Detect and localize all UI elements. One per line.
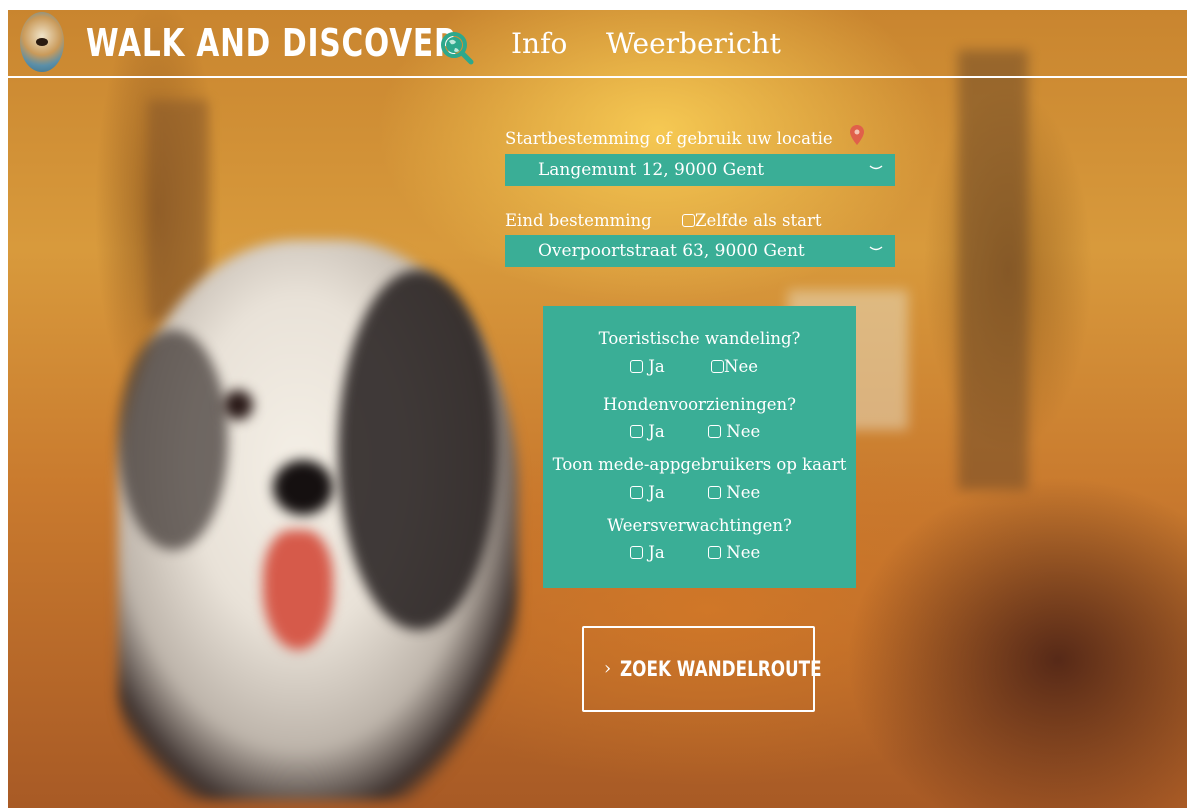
end-value: Overpoortstraat 63, 9000 Gent bbox=[538, 241, 805, 261]
dog-eye bbox=[223, 390, 253, 420]
nav-weather[interactable]: Weerbericht bbox=[606, 24, 781, 64]
same-as-start-checkbox[interactable] bbox=[682, 214, 695, 227]
nav-info[interactable]: Info bbox=[511, 24, 567, 64]
users-yes-checkbox[interactable] bbox=[630, 486, 643, 499]
users-yes-label: Ja bbox=[648, 483, 665, 502]
dogs-question: Hondenvoorzieningen? bbox=[602, 395, 797, 414]
tourist-question: Toeristische wandeling? bbox=[598, 329, 801, 348]
users-no-checkbox[interactable] bbox=[708, 486, 721, 499]
weather-no-checkbox[interactable] bbox=[708, 546, 721, 559]
tourist-no-option[interactable]: Nee bbox=[711, 356, 758, 378]
background-tree bbox=[958, 50, 1028, 490]
weather-no-option[interactable]: Nee bbox=[708, 542, 760, 564]
dog-fur-dark bbox=[118, 330, 228, 550]
end-select[interactable]: Overpoortstraat 63, 9000 Gent bbox=[505, 235, 895, 267]
users-question: Toon mede-appgebruikers op kaart bbox=[552, 455, 847, 474]
weather-yes-option[interactable]: Ja bbox=[630, 542, 665, 564]
search-route-label: Zoek wandelroute bbox=[620, 657, 822, 681]
dogs-no-label: Nee bbox=[726, 422, 761, 441]
users-no-label: Nee bbox=[726, 483, 761, 502]
tourist-no-checkbox[interactable] bbox=[711, 360, 724, 373]
tourist-yes-label: Ja bbox=[648, 357, 665, 376]
users-yes-option[interactable]: Ja bbox=[630, 482, 665, 504]
tourist-yes-option[interactable]: Ja bbox=[630, 356, 665, 378]
weather-no-label: Nee bbox=[726, 543, 761, 562]
same-as-start-label: Zelfde als start bbox=[695, 211, 822, 230]
dog-nose bbox=[273, 460, 333, 515]
brand-title[interactable]: Walk and Discover bbox=[86, 18, 458, 68]
tourist-yes-checkbox[interactable] bbox=[630, 360, 643, 373]
dog-tongue bbox=[263, 530, 333, 650]
dogs-yes-label: Ja bbox=[648, 422, 665, 441]
weather-yes-checkbox[interactable] bbox=[630, 546, 643, 559]
same-as-start-option[interactable]: Zelfde als start bbox=[682, 210, 821, 232]
header: Walk and Discover Info Weerbericht bbox=[8, 10, 1187, 78]
chevron-right-icon: › bbox=[604, 658, 612, 679]
chevron-down-icon bbox=[869, 246, 883, 251]
users-no-option[interactable]: Nee bbox=[708, 482, 760, 504]
weather-yes-label: Ja bbox=[648, 543, 665, 562]
location-pin-icon[interactable] bbox=[850, 125, 864, 145]
start-select[interactable]: Langemunt 12, 9000 Gent bbox=[505, 154, 895, 186]
start-value: Langemunt 12, 9000 Gent bbox=[538, 160, 765, 180]
dogs-yes-option[interactable]: Ja bbox=[630, 421, 665, 443]
tourist-no-label: Nee bbox=[724, 357, 758, 376]
search-route-button[interactable]: › Zoek wandelroute bbox=[582, 626, 822, 712]
start-label: Startbestemming of gebruik uw locatie bbox=[505, 129, 833, 148]
dog-logo-icon[interactable] bbox=[20, 12, 64, 72]
dogs-no-checkbox[interactable] bbox=[708, 425, 721, 438]
dogs-no-option[interactable]: Nee bbox=[708, 421, 760, 443]
globe-search-icon bbox=[441, 32, 474, 65]
options-panel: Toeristische wandeling? Ja Nee Hondenvoo… bbox=[543, 306, 856, 588]
chevron-down-icon bbox=[869, 165, 883, 170]
dog-fur-dark bbox=[338, 270, 498, 630]
weather-question: Weersverwachtingen? bbox=[607, 516, 792, 535]
end-label: Eind bestemming bbox=[505, 211, 652, 230]
dogs-yes-checkbox[interactable] bbox=[630, 425, 643, 438]
